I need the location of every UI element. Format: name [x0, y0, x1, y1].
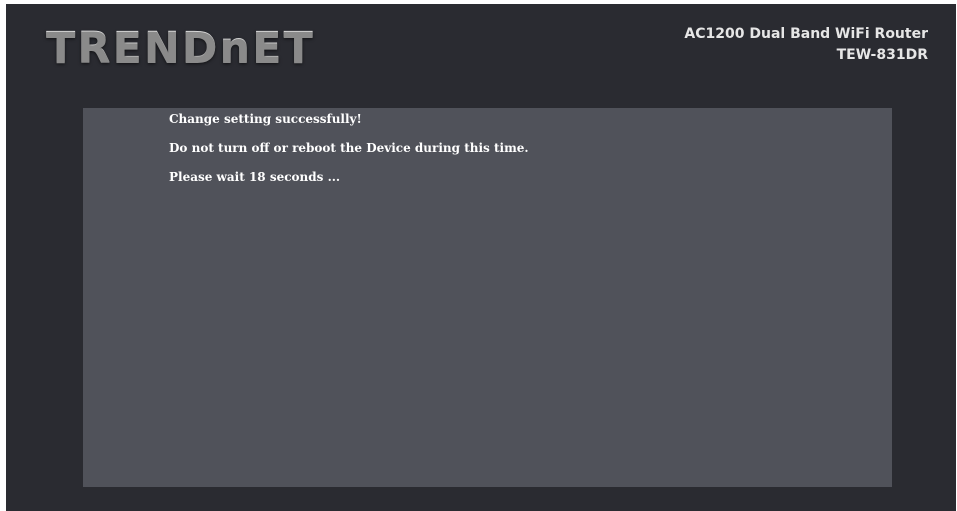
- status-messages: Change setting successfully! Do not turn…: [169, 111, 529, 198]
- content-panel: Change setting successfully! Do not turn…: [83, 108, 892, 487]
- trendnet-logo: TRENDnET: [46, 20, 315, 76]
- router-page: TRENDnET AC1200 Dual Band WiFi Router TE…: [6, 4, 956, 511]
- product-info: AC1200 Dual Band WiFi Router TEW-831DR: [684, 24, 928, 66]
- model-number: TEW-831DR: [836, 47, 928, 63]
- product-name: AC1200 Dual Band WiFi Router: [684, 26, 928, 42]
- success-message: Change setting successfully!: [169, 112, 362, 126]
- logo-text: TRENDnET: [46, 23, 315, 73]
- countdown-message: Please wait 18 seconds ...: [169, 170, 341, 184]
- warning-message: Do not turn off or reboot the Device dur…: [169, 141, 529, 155]
